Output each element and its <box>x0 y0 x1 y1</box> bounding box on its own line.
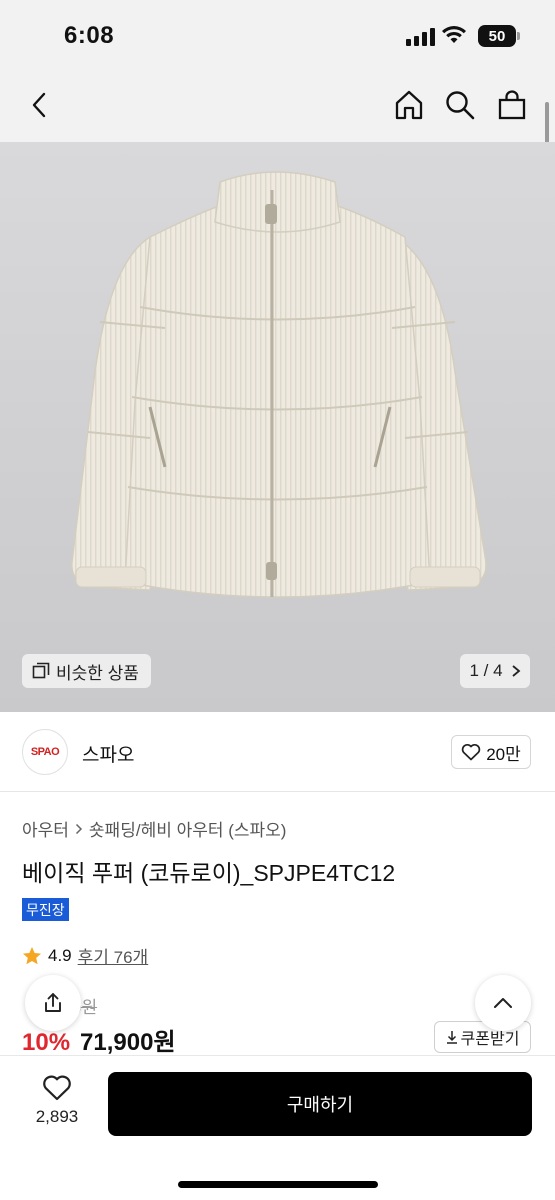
back-icon[interactable] <box>22 87 58 123</box>
pager-text: 1 / 4 <box>469 661 503 680</box>
status-time: 6:08 <box>64 22 115 49</box>
share-icon <box>45 993 61 1012</box>
similar-products-label: 비슷한 상품 <box>56 663 139 683</box>
scroll-to-top-button[interactable] <box>475 975 531 1031</box>
star-icon <box>23 946 41 964</box>
shopping-bag-icon[interactable] <box>494 87 530 123</box>
download-icon <box>446 1031 457 1044</box>
discount-rate: 10% <box>22 1029 71 1056</box>
bottom-purchase-bar: 2,893 구매하기 <box>0 1055 555 1200</box>
breadcrumb-item-outer[interactable]: 아우터 <box>22 816 69 841</box>
chevron-right-icon <box>75 823 82 834</box>
product-title: 베이직 푸퍼 (코듀로이)_SPJPE4TC12 <box>22 860 396 886</box>
cellular-signal-icon <box>406 28 435 46</box>
review-link[interactable]: 후기 76개 <box>78 943 149 968</box>
image-pager[interactable]: 1 / 4 <box>460 654 530 688</box>
battery-icon: 50 <box>478 25 520 47</box>
wishlist-count: 2,893 <box>35 1107 79 1126</box>
top-nav-bar <box>0 70 555 142</box>
heart-icon <box>461 743 481 761</box>
puffer-jacket-illustration <box>71 171 487 598</box>
wishlist-button[interactable]: 2,893 <box>22 1074 92 1127</box>
sale-price: 71,900원 <box>80 1029 176 1056</box>
brand-like-button[interactable]: 20만 <box>451 735 531 769</box>
store-badge: 무진장 <box>22 898 69 921</box>
wifi-icon <box>442 26 466 43</box>
home-icon[interactable] <box>391 87 427 123</box>
breadcrumb-item-category[interactable]: 숏패딩/헤비 아우터 (스파오) <box>89 816 287 841</box>
brand-logo[interactable]: SPAO <box>22 729 68 775</box>
home-indicator <box>178 1181 378 1188</box>
similar-icon <box>32 662 50 679</box>
breadcrumb: 아우터 숏패딩/헤비 아우터 (스파오) <box>22 816 286 841</box>
product-image[interactable] <box>0 142 555 712</box>
heart-icon <box>43 1075 71 1101</box>
buy-button[interactable]: 구매하기 <box>108 1072 532 1136</box>
share-button[interactable] <box>25 975 81 1031</box>
chevron-right-icon <box>511 665 520 677</box>
similar-products-button[interactable]: 비슷한 상품 <box>22 654 151 688</box>
chevron-up-icon <box>494 998 512 1008</box>
status-bar: 6:08 50 <box>0 0 555 70</box>
brand-row: SPAO 스파오 20만 <box>0 712 555 792</box>
rating-value: 4.9 <box>48 945 72 965</box>
search-icon[interactable] <box>442 87 478 123</box>
brand-like-count: 20만 <box>486 744 521 764</box>
brand-name[interactable]: 스파오 <box>82 740 134 767</box>
brand-logo-text: SPAO <box>30 746 60 758</box>
rating-row: 4.9 후기 76개 <box>22 943 148 968</box>
